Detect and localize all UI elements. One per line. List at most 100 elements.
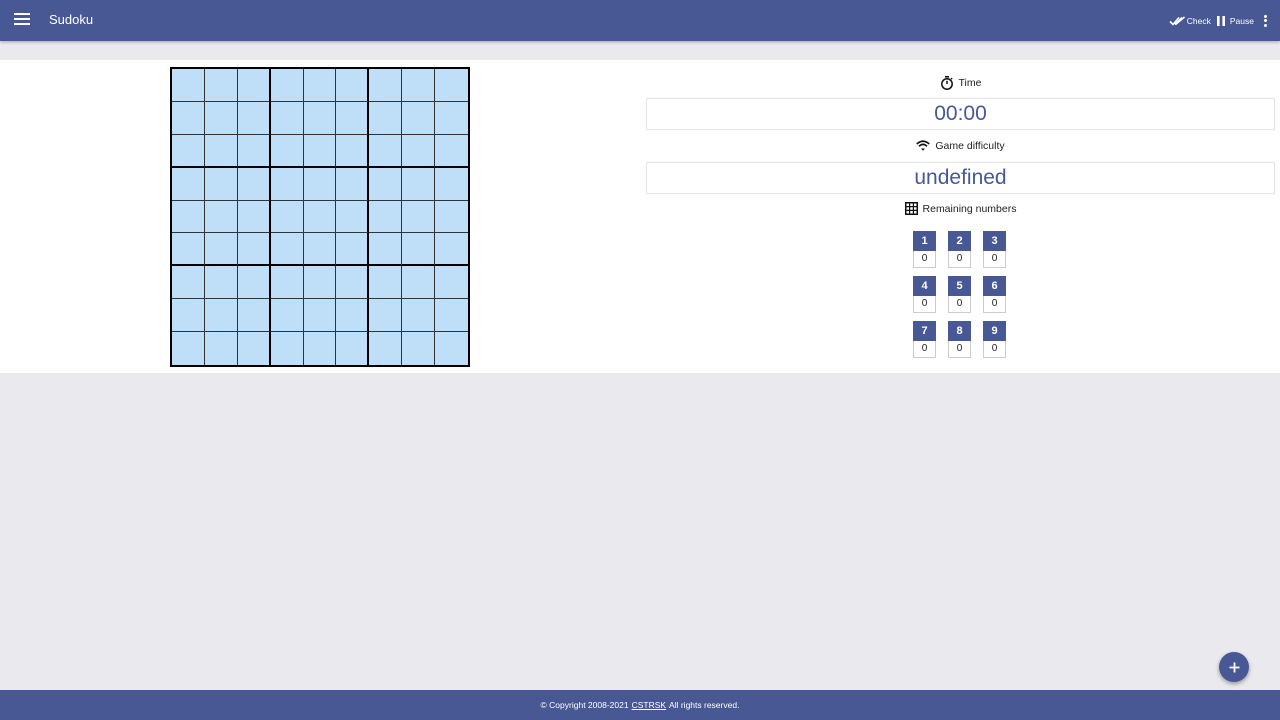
more-vert-icon[interactable] (1264, 13, 1268, 28)
sudoku-cell[interactable] (204, 332, 238, 365)
sudoku-cell[interactable] (369, 200, 403, 234)
sudoku-cell[interactable] (237, 200, 271, 234)
remaining-digit[interactable]: 9 (983, 321, 1006, 341)
sudoku-cell[interactable] (336, 167, 370, 201)
sudoku-cell[interactable] (303, 200, 337, 234)
remaining-digit[interactable]: 7 (913, 321, 936, 341)
signal-icon (916, 140, 931, 151)
menu-icon[interactable] (14, 13, 30, 27)
sudoku-cell[interactable] (402, 134, 436, 168)
sudoku-cell[interactable] (336, 200, 370, 234)
sudoku-cell[interactable] (435, 332, 468, 365)
sudoku-cell[interactable] (402, 101, 436, 135)
sudoku-cell[interactable] (303, 299, 337, 333)
remaining-count: 0 (913, 296, 936, 313)
sudoku-cell[interactable] (303, 69, 337, 102)
sudoku-cell[interactable] (204, 233, 238, 267)
sudoku-cell[interactable] (172, 266, 205, 300)
cstrsk-link[interactable]: CSTRSK (632, 700, 666, 710)
sudoku-cell[interactable] (369, 233, 403, 267)
sudoku-cell[interactable] (270, 299, 304, 333)
sudoku-cell[interactable] (435, 200, 468, 234)
sudoku-cell[interactable] (172, 233, 205, 267)
sudoku-cell[interactable] (369, 167, 403, 201)
remaining-digit[interactable]: 8 (948, 321, 971, 341)
sudoku-cell[interactable] (336, 69, 370, 102)
sudoku-cell[interactable] (270, 69, 304, 102)
pause-button[interactable]: Pause (1216, 15, 1254, 26)
sudoku-cell[interactable] (402, 233, 436, 267)
check-button[interactable]: Check (1169, 16, 1211, 26)
sudoku-cell[interactable] (402, 332, 436, 365)
sudoku-cell[interactable] (270, 266, 304, 300)
sudoku-cell[interactable] (237, 233, 271, 267)
remaining-digit[interactable]: 6 (983, 276, 1006, 296)
sudoku-cell[interactable] (270, 101, 304, 135)
sudoku-cell[interactable] (435, 134, 468, 168)
sudoku-cell[interactable] (402, 299, 436, 333)
sudoku-cell[interactable] (336, 134, 370, 168)
sudoku-cell[interactable] (303, 101, 337, 135)
sudoku-cell[interactable] (303, 332, 337, 365)
sudoku-cell[interactable] (435, 167, 468, 201)
remaining-digit[interactable]: 2 (948, 231, 971, 251)
sudoku-cell[interactable] (204, 134, 238, 168)
sudoku-cell[interactable] (237, 299, 271, 333)
sudoku-cell[interactable] (369, 266, 403, 300)
remaining-heading: Remaining numbers (646, 202, 1275, 215)
sudoku-cell[interactable] (270, 167, 304, 201)
copyright-text: © Copyright 2008-2021 (540, 700, 629, 710)
remaining-digit[interactable]: 4 (913, 276, 936, 296)
sudoku-cell[interactable] (336, 299, 370, 333)
sudoku-cell[interactable] (402, 69, 436, 102)
sudoku-cell[interactable] (270, 233, 304, 267)
sudoku-cell[interactable] (369, 101, 403, 135)
sudoku-cell[interactable] (237, 332, 271, 365)
sudoku-cell[interactable] (369, 69, 403, 102)
sudoku-cell[interactable] (237, 167, 271, 201)
sudoku-cell[interactable] (237, 69, 271, 102)
sudoku-cell[interactable] (402, 266, 436, 300)
remaining-digit[interactable]: 3 (983, 231, 1006, 251)
new-game-fab[interactable] (1219, 652, 1249, 682)
sudoku-cell[interactable] (237, 101, 271, 135)
sudoku-cell[interactable] (172, 299, 205, 333)
sudoku-cell[interactable] (172, 167, 205, 201)
sudoku-cell[interactable] (402, 167, 436, 201)
sudoku-cell[interactable] (204, 200, 238, 234)
sudoku-cell[interactable] (303, 266, 337, 300)
sudoku-cell[interactable] (172, 332, 205, 365)
sudoku-cell[interactable] (172, 200, 205, 234)
sudoku-cell[interactable] (336, 332, 370, 365)
sudoku-cell[interactable] (435, 233, 468, 267)
remaining-digit[interactable]: 1 (913, 231, 936, 251)
sudoku-cell[interactable] (172, 69, 205, 102)
sudoku-cell[interactable] (435, 266, 468, 300)
remaining-digit[interactable]: 5 (948, 276, 971, 296)
sudoku-cell[interactable] (270, 332, 304, 365)
sudoku-cell[interactable] (402, 200, 436, 234)
sudoku-cell[interactable] (204, 266, 238, 300)
sudoku-cell[interactable] (172, 134, 205, 168)
sudoku-cell[interactable] (204, 101, 238, 135)
sudoku-cell[interactable] (435, 101, 468, 135)
sudoku-cell[interactable] (435, 69, 468, 102)
sudoku-cell[interactable] (237, 134, 271, 168)
sudoku-cell[interactable] (270, 200, 304, 234)
sudoku-cell[interactable] (204, 69, 238, 102)
sudoku-cell[interactable] (369, 332, 403, 365)
sudoku-cell[interactable] (369, 134, 403, 168)
sudoku-cell[interactable] (336, 266, 370, 300)
sudoku-cell[interactable] (303, 134, 337, 168)
sudoku-cell[interactable] (336, 101, 370, 135)
sudoku-cell[interactable] (303, 167, 337, 201)
sudoku-cell[interactable] (435, 299, 468, 333)
sudoku-cell[interactable] (369, 299, 403, 333)
sudoku-cell[interactable] (204, 167, 238, 201)
sudoku-cell[interactable] (204, 299, 238, 333)
sudoku-cell[interactable] (336, 233, 370, 267)
sudoku-cell[interactable] (172, 101, 205, 135)
sudoku-cell[interactable] (237, 266, 271, 300)
sudoku-cell[interactable] (303, 233, 337, 267)
sudoku-cell[interactable] (270, 134, 304, 168)
